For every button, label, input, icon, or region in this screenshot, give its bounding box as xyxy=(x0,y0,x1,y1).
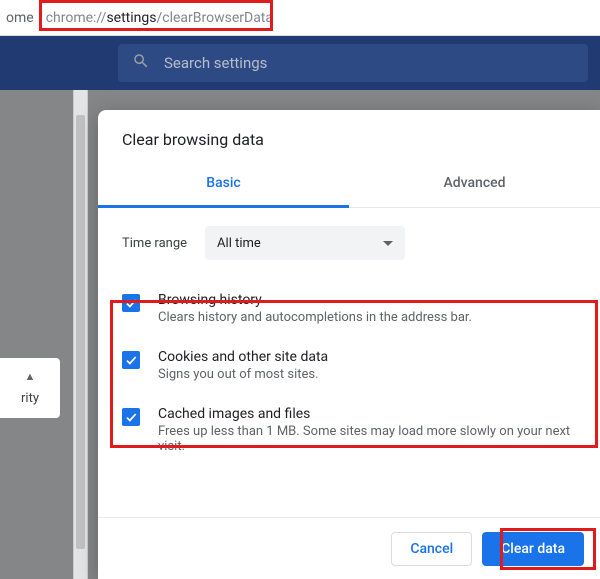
checkbox-cache[interactable] xyxy=(122,408,140,426)
time-range-select[interactable]: All time xyxy=(205,226,405,260)
scrollbar-thumb[interactable] xyxy=(76,115,85,549)
url-field[interactable]: chrome://settings/clearBrowserData xyxy=(46,10,273,26)
option-cookies[interactable]: Cookies and other site data Signs you ou… xyxy=(122,339,576,396)
clear-browsing-data-dialog: Clear browsing data Basic Advanced Time … xyxy=(98,110,600,579)
option-description: Frees up less than 1 MB. Some sites may … xyxy=(158,424,576,454)
dialog-tabs: Basic Advanced xyxy=(98,161,600,208)
checkbox-history[interactable] xyxy=(122,294,140,312)
url-path: /clearBrowserData xyxy=(156,10,273,26)
option-cache[interactable]: Cached images and files Frees up less th… xyxy=(122,396,576,468)
chevron-down-icon xyxy=(383,241,393,246)
sidebar-item-security[interactable]: rity xyxy=(21,391,39,406)
cancel-button[interactable]: Cancel xyxy=(391,532,472,566)
time-range-label: Time range xyxy=(122,236,187,251)
settings-header: Search settings xyxy=(0,36,600,90)
option-description: Clears history and autocompletions in th… xyxy=(158,310,472,325)
search-settings-placeholder: Search settings xyxy=(164,54,267,72)
option-title: Cookies and other site data xyxy=(158,349,328,365)
tab-advanced[interactable]: Advanced xyxy=(349,161,600,207)
dialog-footer: Cancel Clear data xyxy=(98,517,600,579)
page-scrollbar[interactable] xyxy=(73,90,88,579)
dialog-title: Clear browsing data xyxy=(98,110,600,153)
checkbox-cookies[interactable] xyxy=(122,351,140,369)
option-title: Browsing history xyxy=(158,292,472,308)
option-title: Cached images and files xyxy=(158,406,576,422)
home-button-fragment[interactable]: ome xyxy=(6,10,34,26)
search-icon xyxy=(132,52,150,74)
time-range-value: All time xyxy=(217,236,261,251)
address-bar[interactable]: ome chrome://settings/clearBrowserData xyxy=(0,0,600,36)
option-description: Signs you out of most sites. xyxy=(158,367,328,382)
search-settings-field[interactable]: Search settings xyxy=(118,44,588,82)
sidebar-fragment[interactable]: ▲ rity xyxy=(0,358,60,418)
caret-up-icon: ▲ xyxy=(25,370,36,383)
url-scheme: chrome:// xyxy=(46,10,107,26)
url-host: settings xyxy=(106,10,156,26)
option-browsing-history[interactable]: Browsing history Clears history and auto… xyxy=(122,282,576,339)
tab-basic[interactable]: Basic xyxy=(98,161,349,208)
clear-data-button[interactable]: Clear data xyxy=(482,532,584,566)
